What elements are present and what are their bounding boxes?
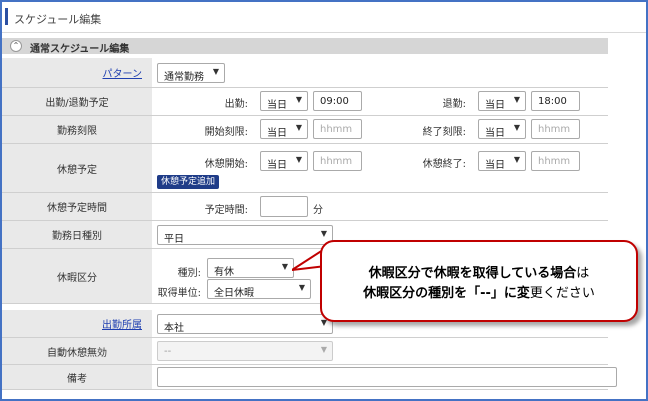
planned-time-input[interactable]	[260, 196, 308, 217]
break-start-day-select[interactable]: 当日 ▼	[260, 151, 308, 171]
clock-out-time-input[interactable]: 18:00	[531, 91, 580, 111]
section-header[interactable]: ⌃ 通常スケジュール編集	[2, 38, 608, 55]
end-limit-label: 終了刻限:	[422, 127, 466, 138]
dropdown-arrow-icon: ▼	[295, 123, 302, 132]
end-limit-day-select[interactable]: 当日 ▼	[478, 119, 526, 139]
auto-break-select: -- ▼	[157, 341, 333, 361]
dropdown-arrow-icon: ▼	[320, 229, 327, 238]
clock-out-day-select[interactable]: 当日 ▼	[478, 91, 526, 111]
dropdown-arrow-icon: ▼	[281, 262, 288, 271]
leave-unit-select[interactable]: 全日休暇 ▼	[207, 279, 311, 299]
break-plan-label: 休憩予定時間	[2, 193, 152, 220]
pattern-select[interactable]: 通常勤務 ▼	[157, 63, 225, 83]
start-limit-label: 開始刻限:	[204, 127, 248, 138]
attendance-label: 出勤/退勤予定	[2, 88, 152, 115]
dropdown-arrow-icon: ▼	[295, 155, 302, 164]
header-accent-bar	[5, 8, 8, 25]
day-type-select[interactable]: 平日 ▼	[157, 225, 333, 245]
dropdown-arrow-icon: ▼	[295, 95, 302, 104]
row-remarks: 備考	[2, 365, 617, 390]
callout-line2-bold: 休暇区分の種別を「--」に変	[363, 286, 530, 301]
row-attendance: 出勤/退勤予定 出勤: 当日 ▼ 09:00 退勤: 当日 ▼ 18:00	[2, 88, 608, 116]
dropdown-arrow-icon: ▼	[513, 123, 520, 132]
row-pattern: パターン 通常勤務 ▼	[2, 58, 608, 88]
callout-line1-bold: 休暇区分で休暇を取得している場合	[368, 266, 577, 281]
break-end-day-select[interactable]: 当日 ▼	[478, 151, 526, 171]
break-end-input[interactable]: hhmm	[531, 151, 580, 171]
instruction-callout: 休暇区分で休暇を取得している場合は 休暇区分の種別を「--」に変更ください	[320, 240, 638, 322]
dropdown-arrow-icon: ▼	[320, 345, 327, 354]
row-auto-break: 自動休憩無効 -- ▼	[2, 338, 608, 365]
start-limit-day-select[interactable]: 当日 ▼	[260, 119, 308, 139]
clock-out-label: 退勤:	[442, 99, 466, 110]
planned-time-label: 予定時間:	[204, 205, 248, 216]
chevron-up-icon[interactable]: ⌃	[10, 40, 22, 52]
break-label: 休憩予定	[2, 144, 152, 192]
end-limit-input[interactable]: hhmm	[531, 119, 580, 139]
dropdown-arrow-icon: ▼	[212, 67, 219, 76]
department-link[interactable]: 出勤所属	[102, 316, 142, 331]
break-end-label: 休憩終了:	[422, 159, 466, 170]
callout-line2-rest: 更ください	[529, 286, 595, 301]
leave-unit-label: 取得単位:	[157, 288, 201, 299]
dropdown-arrow-icon: ▼	[513, 95, 520, 104]
add-break-button[interactable]: 休憩予定追加	[157, 175, 220, 189]
clock-in-day-select[interactable]: 当日 ▼	[260, 91, 308, 111]
row-break-plan: 休憩予定時間 予定時間: 分	[2, 193, 608, 221]
leave-kind-select[interactable]: 有休 ▼	[207, 258, 294, 278]
remarks-input[interactable]	[157, 367, 617, 387]
row-work-time: 勤務刻限 開始刻限: 当日 ▼ hhmm 終了刻限: 当日 ▼ hhmm	[2, 116, 608, 144]
department-select[interactable]: 本社 ▼	[157, 314, 333, 334]
leave-kind-label: 種別:	[177, 268, 201, 279]
section-title: 通常スケジュール編集	[30, 44, 130, 55]
day-type-label: 勤務日種別	[2, 221, 152, 248]
auto-break-label: 自動休憩無効	[2, 338, 152, 364]
dropdown-arrow-icon: ▼	[298, 283, 305, 292]
callout-line1-rest: は	[576, 266, 590, 281]
window-frame: スケジュール編集 ⌃ 通常スケジュール編集 パターン 通常勤務 ▼ 出勤/退勤予…	[0, 0, 648, 401]
clock-in-time-input[interactable]: 09:00	[313, 91, 362, 111]
pattern-link[interactable]: パターン	[103, 65, 143, 80]
leave-label: 休暇区分	[2, 249, 152, 303]
app-header: スケジュール編集	[2, 2, 646, 33]
row-break: 休憩予定 休憩開始: 当日 ▼ hhmm 休憩終了: 当日 ▼ hhmm 休憩予…	[2, 144, 608, 193]
start-limit-input[interactable]: hhmm	[313, 119, 362, 139]
work-time-label: 勤務刻限	[2, 116, 152, 143]
minutes-unit: 分	[313, 205, 323, 216]
break-start-input[interactable]: hhmm	[313, 151, 362, 171]
page-title: スケジュール編集	[14, 13, 102, 26]
clock-in-label: 出勤:	[224, 99, 248, 110]
break-start-label: 休憩開始:	[204, 159, 248, 170]
dropdown-arrow-icon: ▼	[513, 155, 520, 164]
remarks-label: 備考	[2, 365, 152, 389]
